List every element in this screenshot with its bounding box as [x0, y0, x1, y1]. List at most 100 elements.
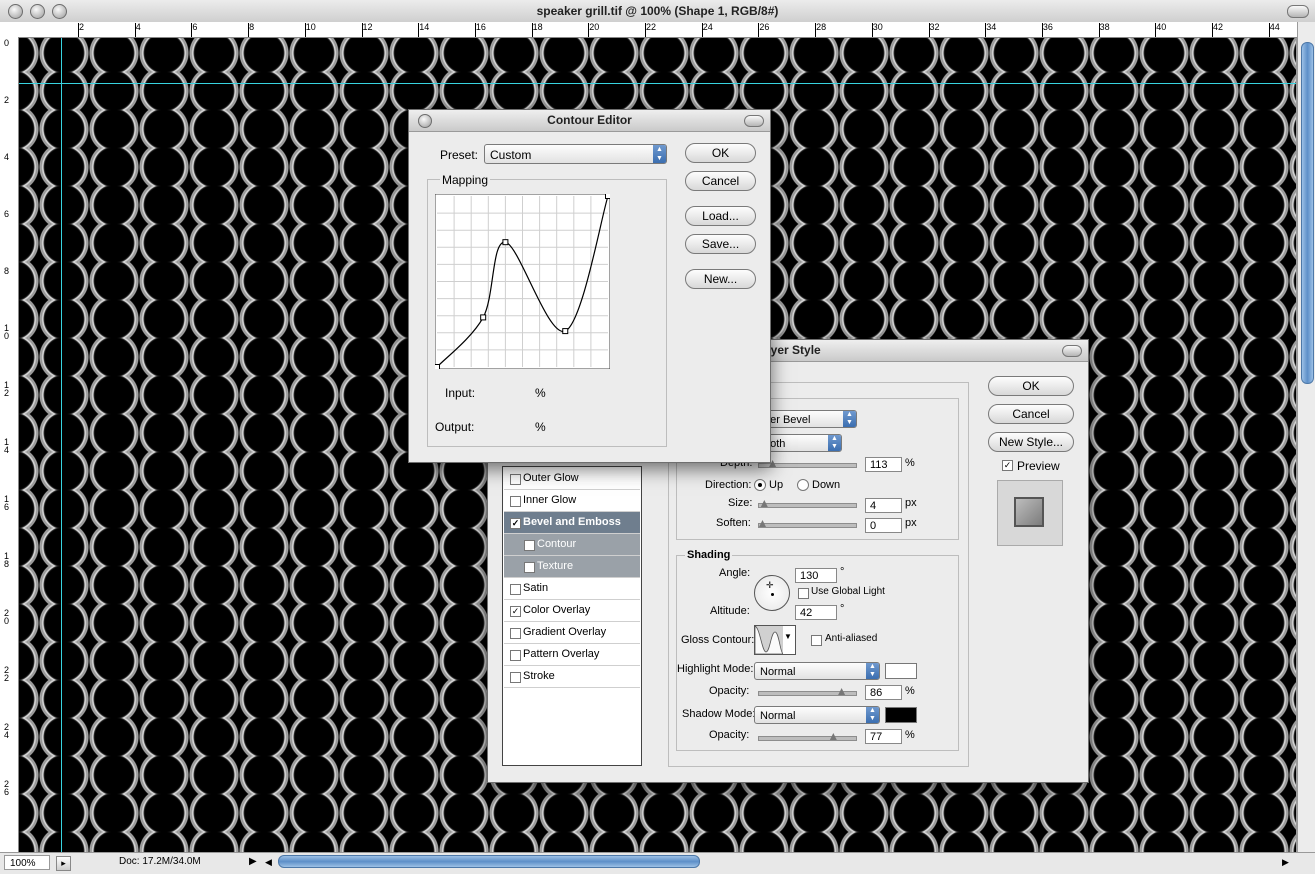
direction-up-radio[interactable]: [754, 479, 766, 491]
horizontal-ruler[interactable]: 2 4 6 8 10 12 14 16 18 20 22 24 26 28 30 32 34 36 38 40 42 44: [18, 22, 1297, 38]
contour-save-button[interactable]: Save...: [685, 234, 756, 254]
anti-aliased-label: Anti-aliased: [825, 633, 878, 644]
style-list-item[interactable]: Satin: [504, 578, 640, 600]
ruler-origin[interactable]: [0, 22, 19, 38]
style-list-item[interactable]: Gradient Overlay: [504, 622, 640, 644]
new-style-button[interactable]: New Style...: [988, 432, 1074, 452]
ruler-tick-label: 42: [1213, 22, 1224, 32]
style-list-label: Inner Glow: [523, 494, 577, 506]
soften-slider[interactable]: [758, 520, 857, 528]
contour-editor-zoom-button[interactable]: [744, 115, 764, 127]
style-list-checkbox[interactable]: [510, 474, 521, 485]
highlight-opacity-field[interactable]: 86: [865, 685, 902, 700]
style-list-checkbox[interactable]: [524, 562, 535, 573]
ruler-tick-label: 28: [816, 22, 827, 32]
contour-control-point[interactable]: [435, 364, 440, 370]
style-list-item[interactable]: Pattern Overlay: [504, 644, 640, 666]
shadow-mode-select[interactable]: Normal ▲ ▼: [754, 706, 880, 724]
style-list-checkbox[interactable]: ✓: [510, 518, 521, 529]
layer-style-ok-button[interactable]: OK: [988, 376, 1074, 396]
contour-control-point[interactable]: [480, 314, 487, 321]
layer-style-zoom-button[interactable]: [1062, 345, 1082, 357]
use-global-light-checkbox[interactable]: [798, 588, 809, 599]
depth-slider[interactable]: [758, 460, 857, 468]
depth-unit: %: [905, 457, 915, 469]
vertical-scrollbar[interactable]: [1297, 22, 1315, 852]
contour-new-button[interactable]: New...: [685, 269, 756, 289]
style-list-item[interactable]: Stroke: [504, 666, 640, 688]
soften-field[interactable]: 0: [865, 518, 902, 533]
angle-field[interactable]: 130: [795, 568, 837, 583]
status-arrow-icon[interactable]: ▶: [249, 856, 257, 867]
style-list-checkbox[interactable]: [510, 650, 521, 661]
contour-control-point[interactable]: [605, 194, 611, 199]
horizontal-guide[interactable]: [19, 83, 1296, 84]
highlight-color-swatch[interactable]: [885, 663, 917, 679]
scroll-left-icon[interactable]: ◀: [265, 857, 272, 868]
contour-editor-close-button[interactable]: [418, 114, 432, 128]
ruler-tick-label: 24: [702, 22, 713, 32]
vertical-ruler[interactable]: 0 2 4 6 8 10 12 14 16 18 20 22 24 26: [0, 37, 19, 852]
ruler-tick-label: 26: [4, 779, 10, 797]
horizontal-scroll-thumb[interactable]: [278, 855, 700, 868]
ruler-tick-label: 16: [4, 494, 10, 512]
depth-field[interactable]: 113: [865, 457, 902, 472]
contour-control-point[interactable]: [502, 239, 509, 246]
size-slider[interactable]: [758, 500, 857, 508]
highlight-mode-select[interactable]: Normal ▲ ▼: [754, 662, 880, 680]
style-list-checkbox[interactable]: [510, 628, 521, 639]
direction-down-radio[interactable]: [797, 479, 809, 491]
anti-aliased-checkbox[interactable]: [811, 635, 822, 646]
style-list-checkbox[interactable]: [510, 496, 521, 507]
status-menu-icon[interactable]: ▸: [56, 856, 71, 871]
layer-style-cancel-button[interactable]: Cancel: [988, 404, 1074, 424]
ruler-tick-label: 18: [4, 551, 10, 569]
size-label: Size:: [728, 497, 753, 509]
shadow-color-swatch[interactable]: [885, 707, 917, 723]
style-list-item[interactable]: Outer Glow: [504, 468, 640, 490]
style-list-checkbox[interactable]: [510, 672, 521, 683]
altitude-label: Altitude:: [710, 605, 750, 617]
shadow-mode-label: Shadow Mode:: [682, 708, 756, 720]
vertical-scroll-thumb[interactable]: [1301, 42, 1314, 384]
contour-load-button[interactable]: Load...: [685, 206, 756, 226]
highlight-opacity-slider[interactable]: [758, 688, 857, 696]
ruler-tick-label: 18: [532, 22, 543, 32]
angle-dial[interactable]: ✛: [754, 575, 790, 611]
style-list-label: Bevel and Emboss: [523, 516, 621, 528]
shadow-opacity-slider[interactable]: [758, 733, 857, 741]
contour-ok-button[interactable]: OK: [685, 143, 756, 163]
ruler-tick-label: 44: [1269, 22, 1280, 32]
style-list-item[interactable]: ✓ Color Overlay: [504, 600, 640, 622]
style-list-item[interactable]: ✓ Bevel and Emboss: [504, 512, 640, 534]
scroll-right-icon[interactable]: ▶: [1282, 857, 1289, 868]
zoom-level-field[interactable]: 100%: [4, 855, 50, 870]
preset-select[interactable]: Custom ▲ ▼: [484, 144, 667, 164]
style-list-item[interactable]: Contour: [504, 534, 640, 556]
size-field[interactable]: 4: [865, 498, 902, 513]
contour-control-point[interactable]: [562, 328, 569, 335]
ruler-tick-label: 30: [872, 22, 883, 32]
style-list-item[interactable]: Inner Glow: [504, 490, 640, 512]
preview-checkbox[interactable]: ✓: [1002, 460, 1013, 471]
window-title-bar[interactable]: speaker grill.tif @ 100% (Shape 1, RGB/8…: [0, 0, 1315, 23]
style-list-item[interactable]: Texture: [504, 556, 640, 578]
toolbar-toggle-button[interactable]: [1287, 5, 1309, 18]
style-list-checkbox[interactable]: ✓: [510, 606, 521, 617]
bevel-style-select[interactable]: ner Bevel ▲ ▼: [758, 410, 857, 428]
contour-editor-title: Contour Editor: [547, 113, 632, 127]
shadow-opacity-field[interactable]: 77: [865, 729, 902, 744]
gloss-contour-label: Gloss Contour:: [681, 634, 755, 646]
contour-cancel-button[interactable]: Cancel: [685, 171, 756, 191]
contour-editor-title-bar[interactable]: Contour Editor: [409, 110, 770, 132]
style-list-checkbox[interactable]: [510, 584, 521, 595]
ruler-tick-label: 6: [4, 209, 10, 219]
style-list-checkbox[interactable]: [524, 540, 535, 551]
vertical-guide[interactable]: [61, 38, 62, 852]
angle-label: Angle:: [719, 567, 751, 579]
ruler-tick-label: 10: [305, 22, 316, 32]
contour-graph[interactable]: [435, 194, 610, 369]
angle-unit: °: [840, 566, 845, 578]
altitude-field[interactable]: 42: [795, 605, 837, 620]
gloss-contour-picker[interactable]: ▼: [754, 625, 796, 655]
